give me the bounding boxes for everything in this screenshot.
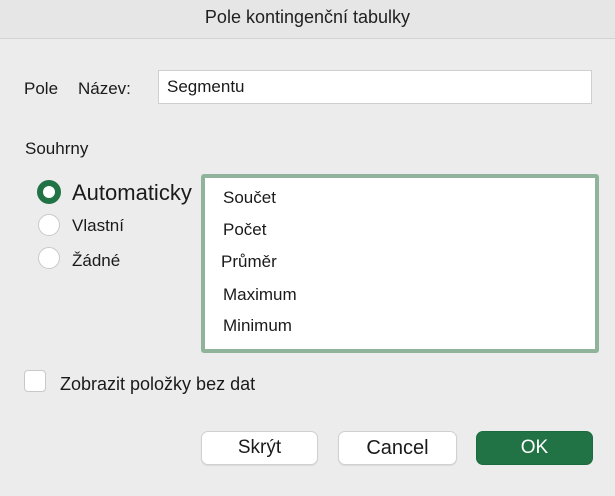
title-bar: Pole kontingenční tabulky xyxy=(0,0,615,39)
cancel-button[interactable]: Cancel xyxy=(338,431,457,465)
list-item-count[interactable]: Počet xyxy=(223,220,266,240)
list-item-sum[interactable]: Součet xyxy=(223,188,276,208)
field-section-label: Pole xyxy=(24,79,59,98)
name-label: Název: xyxy=(78,79,131,98)
show-items-without-data-label[interactable]: Zobrazit položky bez dat xyxy=(60,374,255,395)
radio-none[interactable] xyxy=(38,247,60,269)
subtotals-heading: Souhrny xyxy=(25,139,89,158)
radio-none-label[interactable]: Žádné xyxy=(72,251,120,271)
list-item-maximum[interactable]: Maximum xyxy=(223,285,297,305)
radio-custom[interactable] xyxy=(38,214,60,236)
list-item-average[interactable]: Průměr xyxy=(221,252,277,272)
dialog-title: Pole kontingenční tabulky xyxy=(204,7,411,27)
subtotal-functions-list[interactable]: Součet Počet Průměr Maximum Minimum xyxy=(201,174,599,353)
list-item-minimum[interactable]: Minimum xyxy=(223,316,292,336)
name-input[interactable] xyxy=(158,70,592,104)
pivot-field-dialog: Pole kontingenční tabulky Pole Název: So… xyxy=(0,0,615,496)
hide-button[interactable]: Skrýt xyxy=(201,431,318,465)
ok-button[interactable]: OK xyxy=(476,431,593,465)
radio-automatic[interactable] xyxy=(37,180,61,204)
radio-custom-label[interactable]: Vlastní xyxy=(72,216,124,236)
show-items-without-data-checkbox[interactable] xyxy=(24,370,46,392)
radio-automatic-label[interactable]: Automaticky xyxy=(72,180,192,206)
